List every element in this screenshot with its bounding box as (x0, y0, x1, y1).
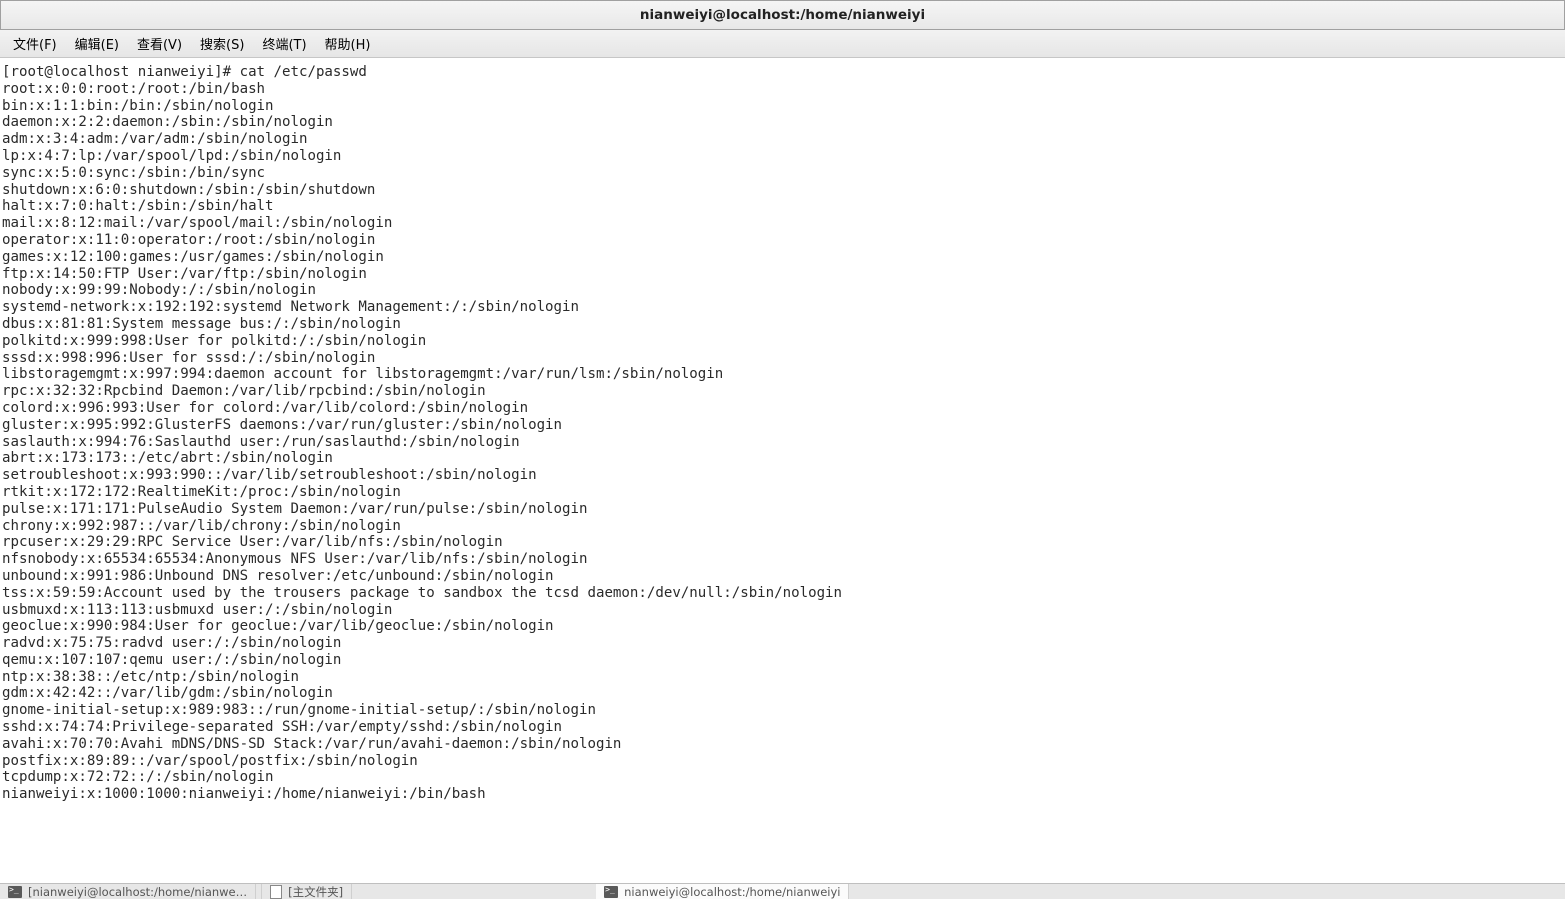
terminal-line: colord:x:996:993:User for colord:/var/li… (0, 400, 1565, 417)
taskbar-task-terminal-active[interactable]: nianweiyi@localhost:/home/nianweiyi (596, 883, 849, 899)
taskbar-task-label: nianweiyi@localhost:/home/nianweiyi (624, 885, 840, 899)
terminal-line: tcpdump:x:72:72::/:/sbin/nologin (0, 769, 1565, 786)
terminal-line: unbound:x:991:986:Unbound DNS resolver:/… (0, 568, 1565, 585)
terminal-line: mail:x:8:12:mail:/var/spool/mail:/sbin/n… (0, 215, 1565, 232)
terminal-line: gnome-initial-setup:x:989:983::/run/gnom… (0, 702, 1565, 719)
terminal-line: sshd:x:74:74:Privilege-separated SSH:/va… (0, 719, 1565, 736)
taskbar: [nianweiyi@localhost:/home/nianwe… [主文件夹… (0, 883, 1565, 899)
terminal-line: chrony:x:992:987::/var/lib/chrony:/sbin/… (0, 518, 1565, 535)
terminal-line: shutdown:x:6:0:shutdown:/sbin:/sbin/shut… (0, 182, 1565, 199)
terminal-line: geoclue:x:990:984:User for geoclue:/var/… (0, 618, 1565, 635)
window-titlebar: nianweiyi@localhost:/home/nianweiyi (0, 0, 1565, 30)
terminal-prompt-line: [root@localhost nianweiyi]# cat /etc/pas… (0, 64, 1565, 81)
taskbar-task-label: [nianweiyi@localhost:/home/nianwe… (28, 885, 247, 899)
terminal-line: operator:x:11:0:operator:/root:/sbin/nol… (0, 232, 1565, 249)
terminal-line: root:x:0:0:root:/root:/bin/bash (0, 81, 1565, 98)
terminal-line: halt:x:7:0:halt:/sbin:/sbin/halt (0, 198, 1565, 215)
terminal-line: gdm:x:42:42::/var/lib/gdm:/sbin/nologin (0, 685, 1565, 702)
terminal-line: rpc:x:32:32:Rpcbind Daemon:/var/lib/rpcb… (0, 383, 1565, 400)
terminal-icon (8, 886, 22, 898)
window-title: nianweiyi@localhost:/home/nianweiyi (640, 7, 925, 23)
taskbar-task-label: [主文件夹] (288, 884, 343, 899)
terminal-line: ftp:x:14:50:FTP User:/var/ftp:/sbin/nolo… (0, 266, 1565, 283)
terminal-line: sync:x:5:0:sync:/sbin:/bin/sync (0, 165, 1565, 182)
terminal-line: nianweiyi:x:1000:1000:nianweiyi:/home/ni… (0, 786, 1565, 803)
terminal-line: ntp:x:38:38::/etc/ntp:/sbin/nologin (0, 669, 1565, 686)
menu-edit[interactable]: 编辑(E) (66, 31, 128, 56)
menu-bar: 文件(F) 编辑(E) 查看(V) 搜索(S) 终端(T) 帮助(H) (0, 30, 1565, 58)
terminal-line: nobody:x:99:99:Nobody:/:/sbin/nologin (0, 282, 1565, 299)
menu-terminal[interactable]: 终端(T) (253, 31, 315, 56)
terminal-line: rtkit:x:172:172:RealtimeKit:/proc:/sbin/… (0, 484, 1565, 501)
terminal-line: lp:x:4:7:lp:/var/spool/lpd:/sbin/nologin (0, 148, 1565, 165)
terminal-line: sssd:x:998:996:User for sssd:/:/sbin/nol… (0, 350, 1565, 367)
terminal-line: tss:x:59:59:Account used by the trousers… (0, 585, 1565, 602)
terminal-icon (604, 886, 618, 898)
terminal-line: libstoragemgmt:x:997:994:daemon account … (0, 366, 1565, 383)
terminal-line: rpcuser:x:29:29:RPC Service User:/var/li… (0, 534, 1565, 551)
terminal-line: nfsnobody:x:65534:65534:Anonymous NFS Us… (0, 551, 1565, 568)
terminal-line: postfix:x:89:89::/var/spool/postfix:/sbi… (0, 753, 1565, 770)
terminal-line: daemon:x:2:2:daemon:/sbin:/sbin/nologin (0, 114, 1565, 131)
menu-help[interactable]: 帮助(H) (316, 31, 380, 56)
terminal-line: polkitd:x:999:998:User for polkitd:/:/sb… (0, 333, 1565, 350)
menu-search[interactable]: 搜索(S) (191, 31, 253, 56)
terminal-line: qemu:x:107:107:qemu user:/:/sbin/nologin (0, 652, 1565, 669)
terminal-line: dbus:x:81:81:System message bus:/:/sbin/… (0, 316, 1565, 333)
menu-view[interactable]: 查看(V) (128, 31, 191, 56)
terminal-line: avahi:x:70:70:Avahi mDNS/DNS-SD Stack:/v… (0, 736, 1565, 753)
terminal-line: systemd-network:x:192:192:systemd Networ… (0, 299, 1565, 316)
terminal-line: games:x:12:100:games:/usr/games:/sbin/no… (0, 249, 1565, 266)
terminal-line: bin:x:1:1:bin:/bin:/sbin/nologin (0, 98, 1565, 115)
terminal-line: setroubleshoot:x:993:990::/var/lib/setro… (0, 467, 1565, 484)
terminal-line: gluster:x:995:992:GlusterFS daemons:/var… (0, 417, 1565, 434)
terminal-line: usbmuxd:x:113:113:usbmuxd user:/:/sbin/n… (0, 602, 1565, 619)
folder-icon (270, 885, 282, 899)
taskbar-task-terminal-1[interactable]: [nianweiyi@localhost:/home/nianwe… (0, 884, 256, 899)
terminal-line: abrt:x:173:173::/etc/abrt:/sbin/nologin (0, 450, 1565, 467)
terminal-output[interactable]: [root@localhost nianweiyi]# cat /etc/pas… (0, 58, 1565, 803)
terminal-line: radvd:x:75:75:radvd user:/:/sbin/nologin (0, 635, 1565, 652)
taskbar-gap (352, 884, 596, 899)
terminal-line: adm:x:3:4:adm:/var/adm:/sbin/nologin (0, 131, 1565, 148)
menu-file[interactable]: 文件(F) (4, 31, 66, 56)
terminal-line: pulse:x:171:171:PulseAudio System Daemon… (0, 501, 1565, 518)
terminal-line: saslauth:x:994:76:Saslauthd user:/run/sa… (0, 434, 1565, 451)
taskbar-task-files[interactable]: [主文件夹] (262, 884, 352, 899)
